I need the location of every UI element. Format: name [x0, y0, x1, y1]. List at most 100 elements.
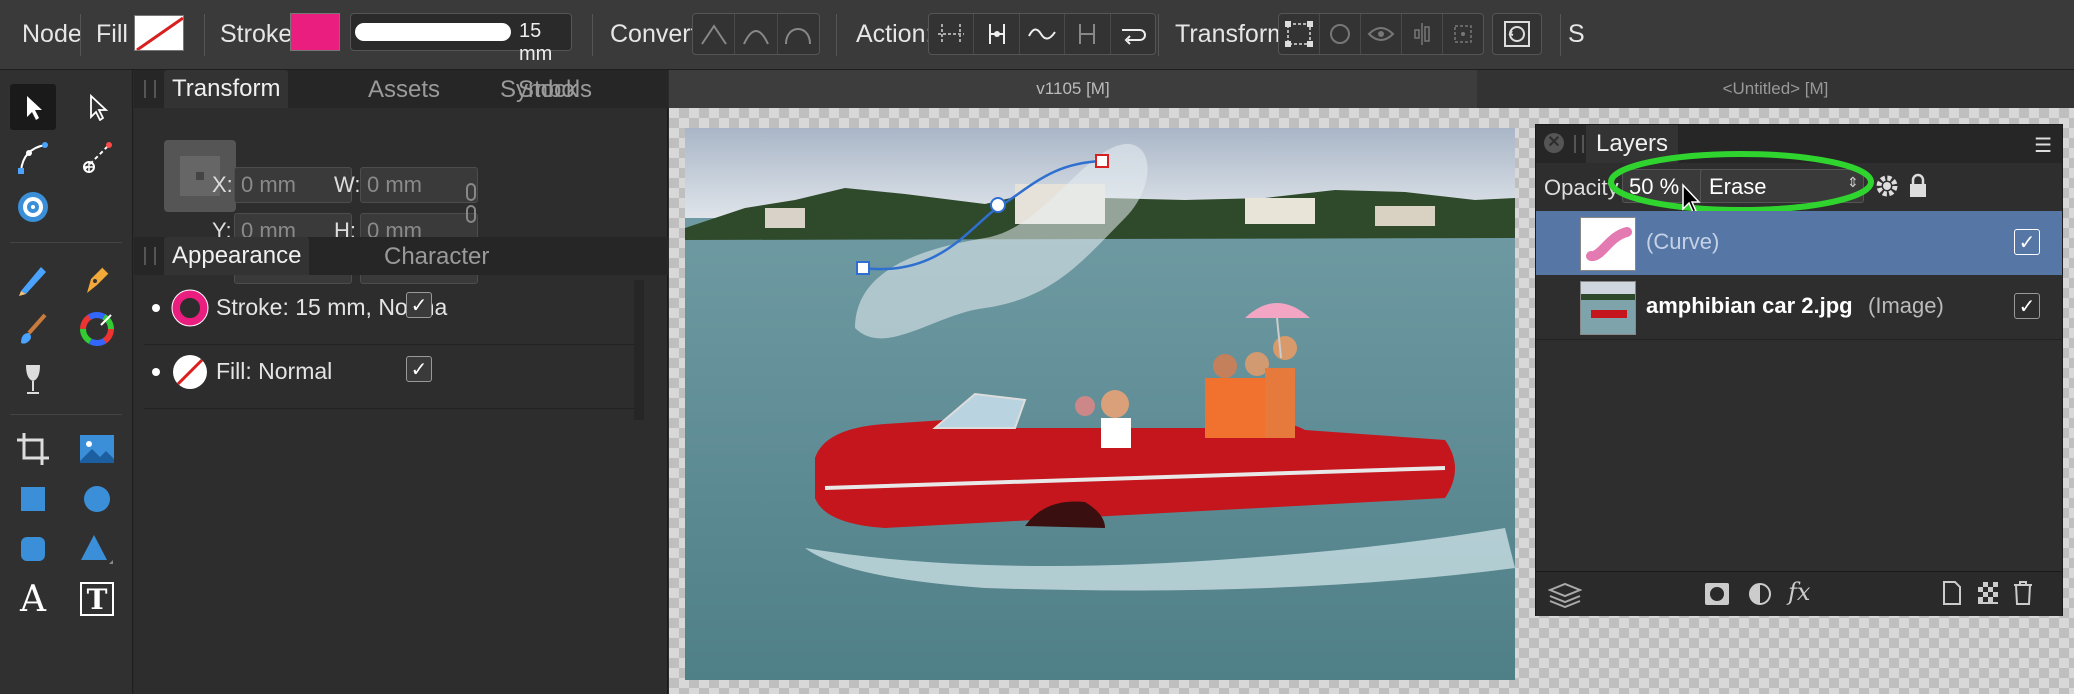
layer-row-curve[interactable]: (Curve) ✓ [1536, 211, 2062, 275]
tab-assets[interactable]: Assets [368, 76, 440, 104]
divider [1158, 14, 1159, 56]
fill-visible-checkbox[interactable]: ✓ [406, 356, 432, 382]
fill-row[interactable]: Fill: Normal ✓ [144, 344, 634, 409]
circle-icon [1330, 24, 1350, 44]
stroke-row[interactable]: Stroke: 15 mm, Norma ✓ [144, 280, 634, 345]
close-curve-button[interactable] [974, 14, 1020, 54]
origin-icon [1454, 25, 1472, 43]
bounding-box-icon [1285, 21, 1313, 47]
smooth-node-button[interactable] [735, 14, 778, 54]
crop-tool[interactable] [10, 426, 56, 472]
move-tool[interactable] [10, 84, 56, 130]
w-field[interactable]: 0 mm [360, 167, 478, 203]
join-curves-button[interactable] [1065, 14, 1111, 54]
smart-node-icon [785, 28, 812, 45]
image-icon [80, 435, 114, 463]
rounded-rectangle-tool[interactable] [10, 526, 56, 572]
lock-icon[interactable] [1908, 173, 1928, 199]
align-nodes-button[interactable] [1402, 14, 1443, 54]
transform-objects-group [1492, 13, 1542, 55]
doc-tab-label: v1105 [M] [1036, 79, 1110, 98]
adjustment-icon[interactable] [1748, 582, 1772, 606]
smooth-curve-icon [1028, 28, 1056, 40]
reverse-curve-button[interactable] [1111, 14, 1155, 54]
tab-transform[interactable]: Transform [164, 70, 289, 108]
pen-tool[interactable] [74, 256, 120, 302]
hide-selection-button[interactable] [1361, 14, 1402, 54]
sharp-node-button[interactable] [693, 14, 736, 54]
transform-mode-button[interactable] [1279, 14, 1320, 54]
smart-node-button[interactable] [778, 14, 819, 54]
fill-tool[interactable] [74, 306, 120, 352]
join-curves-icon [1079, 24, 1096, 44]
pencil-tool[interactable] [10, 256, 56, 302]
anchor-center [196, 172, 204, 180]
contour-tool[interactable] [10, 134, 56, 180]
layer-name: (Curve) [1646, 229, 1720, 254]
place-image-tool[interactable] [74, 426, 120, 472]
rectangle-tool[interactable] [10, 476, 56, 522]
fill-swatch[interactable] [134, 15, 184, 51]
panel-menu-icon[interactable]: ☰ [2034, 133, 2052, 158]
stroke-swatch[interactable] [290, 13, 340, 51]
doc-tab-untitled[interactable]: <Untitled> [M] [1477, 70, 2074, 108]
layers-panel: ✕ Layers ☰ Opacity 50 % ▼ Erase ⇕ (Curve… [1535, 124, 2063, 616]
pixel-layer-icon[interactable] [1976, 580, 2000, 606]
frame-text-tool[interactable]: T [74, 576, 120, 622]
artistic-text-tool[interactable]: A [10, 576, 56, 622]
layer-visibility-checkbox[interactable]: ✓ [2014, 229, 2040, 255]
point-transform-tool[interactable] [74, 134, 120, 180]
break-curve-icon [938, 24, 965, 44]
triangle-tool[interactable] [74, 526, 120, 572]
photo-amphibian-car[interactable] [685, 128, 1515, 680]
target-icon [18, 192, 48, 222]
paint-brush-icon [21, 313, 47, 344]
transform-origin-button[interactable] [1443, 14, 1483, 54]
node-tool[interactable] [74, 84, 120, 130]
fx-icon[interactable]: fx [1788, 578, 1810, 606]
no-fill-icon [136, 16, 183, 50]
doc-tab-active[interactable]: v1105 [M] [669, 70, 1477, 108]
trash-icon[interactable] [2012, 580, 2034, 606]
break-curve-button[interactable] [929, 14, 975, 54]
link-aspect-icon[interactable] [464, 180, 478, 226]
layer-thumbnail [1580, 217, 1636, 271]
panel-grip-icon[interactable] [144, 80, 156, 98]
stroke-width-slider[interactable]: 15 mm [350, 13, 572, 65]
doc-tab-label: <Untitled> [M] [1722, 79, 1829, 98]
close-panel-icon[interactable]: ✕ [1544, 133, 1564, 153]
panel-grip-icon[interactable] [144, 247, 156, 265]
transform-objects-button[interactable] [1493, 14, 1541, 54]
gear-icon[interactable] [1874, 173, 1900, 199]
w-label: W: [334, 172, 361, 197]
new-layer-icon[interactable] [1942, 580, 1962, 606]
tab-character[interactable]: Character [384, 243, 489, 271]
stroke-visible-checkbox[interactable]: ✓ [406, 292, 432, 318]
stroke-ring-icon [171, 289, 209, 327]
fill-row-label: Fill: Normal [216, 358, 333, 384]
layer-visibility-checkbox[interactable]: ✓ [2014, 293, 2040, 319]
eye-icon [1367, 27, 1395, 41]
paint-brush-tool[interactable] [10, 306, 56, 352]
color-wheel-icon [80, 312, 114, 346]
scrollbar[interactable] [634, 280, 644, 420]
layers-stack-icon[interactable] [1548, 580, 1582, 608]
corner-tool[interactable] [10, 184, 56, 230]
smooth-curve-button[interactable] [1020, 14, 1066, 54]
mask-icon[interactable] [1704, 582, 1730, 606]
panel-grip-icon[interactable] [1574, 135, 1584, 153]
ellipse-tool[interactable] [74, 476, 120, 522]
tab-appearance[interactable]: Appearance [164, 237, 310, 275]
fill-label: Fill [96, 20, 128, 48]
transform-label: Transform: [1175, 20, 1295, 48]
convert-label: Convert: [610, 20, 705, 48]
transparency-tool[interactable] [10, 356, 56, 402]
layer-row-image[interactable]: amphibian car 2.jpg (Image) ✓ [1536, 275, 2062, 340]
slider-fill [355, 23, 511, 41]
layer-name: amphibian car 2.jpg [1646, 293, 1853, 318]
rotate-center-button[interactable] [1320, 14, 1361, 54]
divider [10, 242, 122, 243]
divider [1560, 14, 1561, 56]
divider [80, 14, 81, 56]
tab-stock[interactable]: Stock [518, 76, 578, 104]
